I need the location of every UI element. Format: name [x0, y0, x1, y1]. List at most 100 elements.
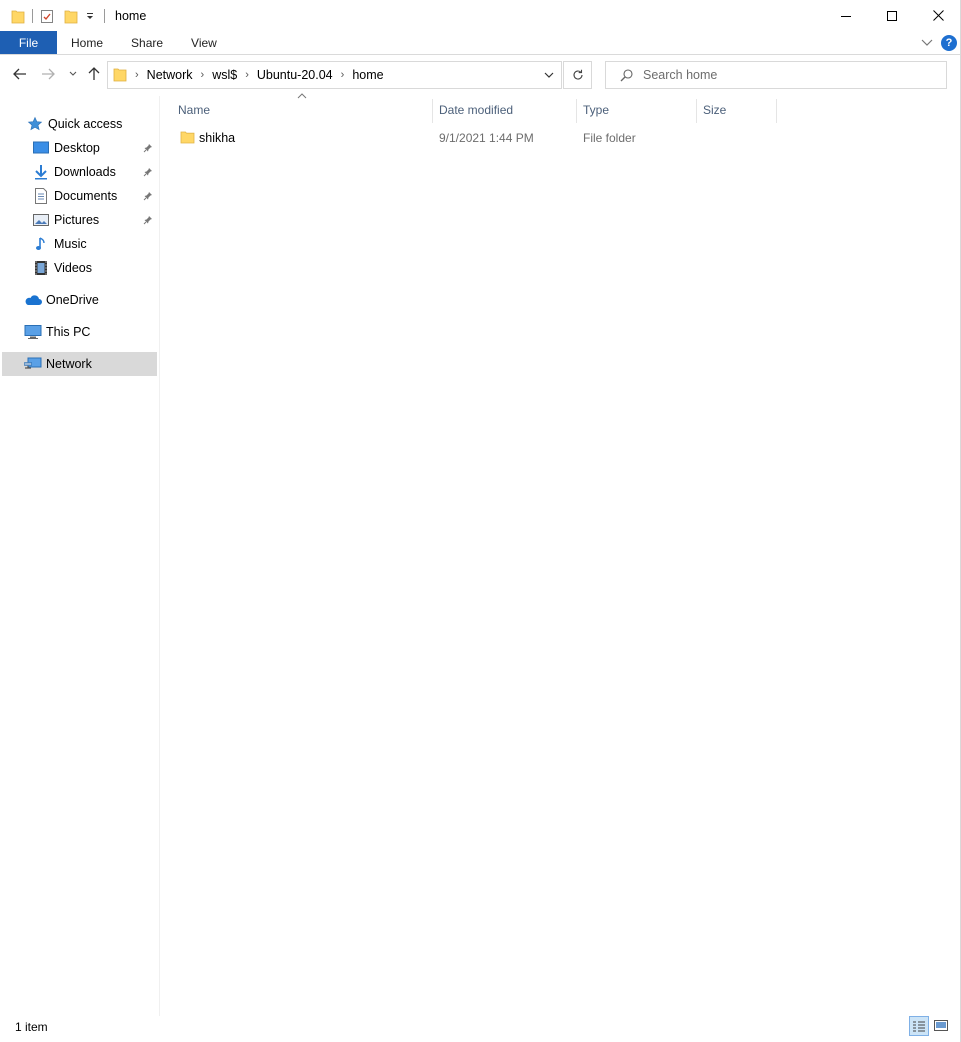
folder-icon[interactable]	[10, 8, 26, 24]
tab-file[interactable]: File	[0, 31, 57, 54]
details-view-icon	[913, 1021, 925, 1032]
pin-icon[interactable]	[143, 190, 153, 204]
nav-onedrive[interactable]: OneDrive	[2, 288, 157, 312]
chevron-down-icon	[544, 72, 554, 78]
desktop-icon	[32, 139, 50, 157]
minimize-button[interactable]	[823, 0, 869, 31]
file-explorer-window: home File Home Share View ? › Network › …	[0, 0, 961, 1042]
status-item-count: 1 item	[15, 1020, 48, 1034]
nav-music[interactable]: Music	[2, 232, 157, 256]
file-name: shikha	[199, 131, 236, 145]
window-controls	[823, 0, 961, 31]
breadcrumb-wsl[interactable]: wsl$	[212, 68, 237, 82]
new-folder-icon[interactable]	[63, 8, 79, 24]
nav-this-pc[interactable]: This PC	[2, 320, 157, 344]
pictures-icon	[32, 211, 50, 229]
title-bar: home	[0, 0, 961, 31]
details-view-button[interactable]	[909, 1016, 929, 1036]
breadcrumb-home[interactable]: home	[352, 68, 383, 82]
maximize-icon	[887, 10, 897, 21]
nav-label: Network	[46, 357, 92, 371]
search-input[interactable]	[643, 68, 933, 82]
nav-network[interactable]: Network	[2, 352, 157, 376]
pin-icon[interactable]	[143, 142, 153, 156]
close-button[interactable]	[915, 0, 961, 31]
file-date-modified: 9/1/2021 1:44 PM	[439, 131, 534, 145]
view-switcher	[909, 1016, 951, 1036]
nav-label: Pictures	[54, 213, 100, 227]
forward-arrow-icon	[42, 68, 55, 80]
large-icons-view-button[interactable]	[931, 1016, 951, 1036]
pin-icon[interactable]	[143, 166, 153, 180]
column-header-size[interactable]: Size	[703, 98, 775, 122]
network-icon	[24, 355, 42, 373]
nav-label: This PC	[46, 325, 91, 339]
nav-downloads[interactable]: Downloads	[2, 160, 157, 184]
file-row[interactable]: shikha 9/1/2021 1:44 PM File folder	[160, 127, 780, 149]
chevron-down-icon	[69, 71, 77, 76]
music-icon	[32, 235, 50, 253]
file-type: File folder	[583, 131, 636, 145]
nav-label: OneDrive	[46, 293, 99, 307]
large-icons-view-icon	[934, 1020, 948, 1031]
nav-label: Desktop	[54, 141, 100, 155]
column-header-date-modified[interactable]: Date modified	[439, 98, 575, 122]
toolbar-separator	[104, 8, 105, 23]
refresh-button[interactable]	[563, 61, 592, 89]
column-divider[interactable]	[776, 99, 777, 123]
search-box[interactable]	[605, 61, 947, 89]
breadcrumb-network[interactable]: Network	[147, 68, 193, 82]
back-arrow-icon	[13, 68, 26, 80]
navigation-pane: Quick access Desktop Downloads Documents…	[0, 96, 160, 1016]
column-divider[interactable]	[432, 99, 433, 123]
nav-label: Music	[54, 237, 87, 251]
maximize-button[interactable]	[869, 0, 915, 31]
recent-locations-button[interactable]	[63, 64, 83, 84]
quick-access-toolbar: home	[0, 0, 146, 31]
breadcrumb-chevron-icon[interactable]: ›	[341, 69, 345, 81]
forward-button[interactable]	[38, 64, 58, 84]
breadcrumb-chevron-icon[interactable]: ›	[245, 69, 249, 81]
properties-icon[interactable]	[39, 8, 55, 24]
help-button[interactable]: ?	[941, 35, 957, 51]
up-button[interactable]	[84, 64, 104, 84]
star-icon	[26, 115, 44, 133]
search-icon	[620, 68, 633, 81]
nav-documents[interactable]: Documents	[2, 184, 157, 208]
nav-pictures[interactable]: Pictures	[2, 208, 157, 232]
onedrive-cloud-icon	[24, 291, 42, 309]
nav-quick-access[interactable]: Quick access	[2, 112, 157, 136]
address-bar[interactable]: › Network › wsl$ › Ubuntu-20.04 › home	[107, 61, 562, 89]
nav-label: Quick access	[48, 117, 123, 131]
location-folder-icon	[113, 66, 127, 85]
breadcrumb-chevron-icon[interactable]: ›	[201, 69, 205, 81]
column-header-name[interactable]: Name	[178, 98, 432, 122]
nav-label: Downloads	[54, 165, 116, 179]
breadcrumb-chevron-icon[interactable]: ›	[135, 69, 139, 81]
pin-icon[interactable]	[143, 214, 153, 228]
address-dropdown-button[interactable]	[537, 62, 561, 88]
downloads-icon	[32, 163, 50, 181]
documents-icon	[32, 187, 50, 205]
nav-label: Documents	[54, 189, 118, 203]
tab-view[interactable]: View	[177, 31, 231, 54]
nav-label: Videos	[54, 261, 92, 275]
expand-ribbon-chevron-icon[interactable]	[921, 36, 933, 50]
minimize-icon	[841, 15, 851, 17]
column-divider[interactable]	[696, 99, 697, 123]
close-icon	[932, 10, 944, 21]
column-header-type[interactable]: Type	[583, 98, 695, 122]
tab-home[interactable]: Home	[57, 31, 117, 54]
computer-icon	[24, 323, 42, 341]
column-divider[interactable]	[576, 99, 577, 123]
nav-videos[interactable]: Videos	[2, 256, 157, 280]
window-title: home	[115, 8, 147, 23]
nav-desktop[interactable]: Desktop	[2, 136, 157, 160]
customize-toolbar-dropdown-icon[interactable]	[82, 8, 98, 24]
up-arrow-icon	[88, 67, 100, 80]
back-button[interactable]	[10, 64, 30, 84]
tab-share[interactable]: Share	[117, 31, 177, 54]
toolbar-separator	[32, 8, 33, 23]
breadcrumb-ubuntu[interactable]: Ubuntu-20.04	[257, 68, 333, 82]
ribbon-right-controls: ?	[921, 31, 957, 55]
